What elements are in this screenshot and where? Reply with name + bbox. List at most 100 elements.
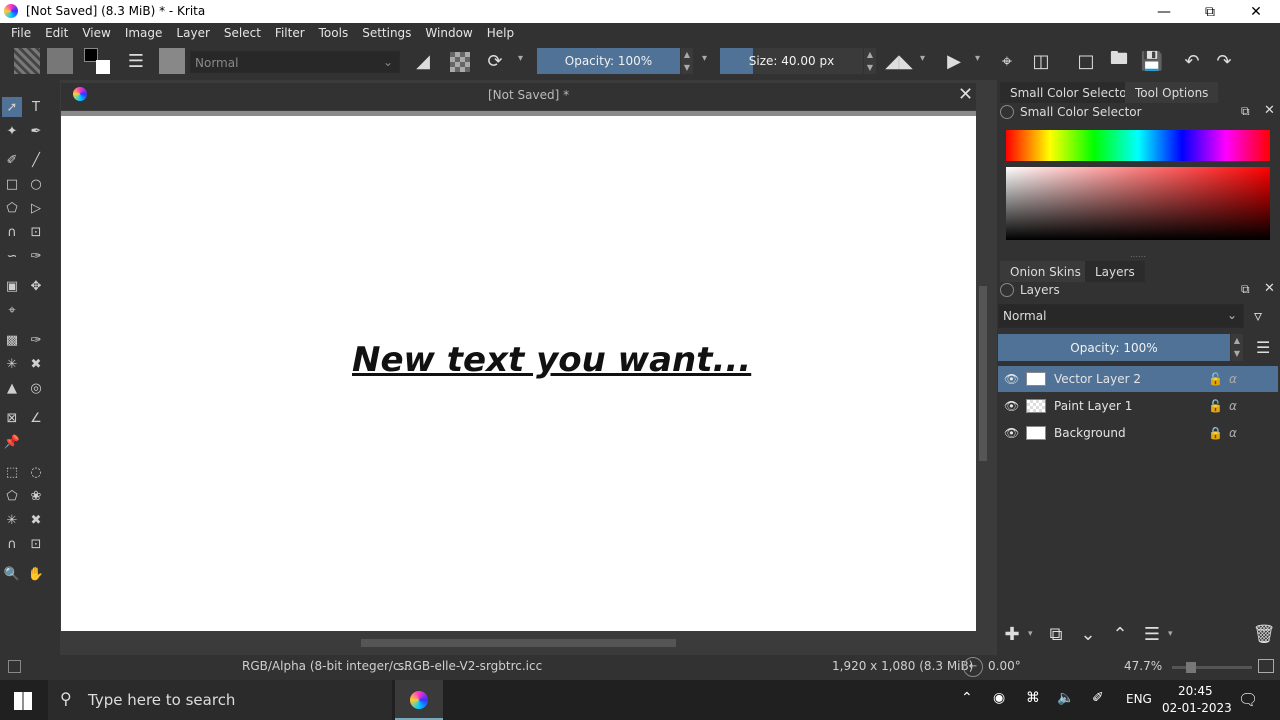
menu-layer[interactable]: Layer [169, 26, 216, 40]
zoom-slider[interactable] [1172, 662, 1252, 673]
layer-opacity-slider[interactable]: Opacity: 100% [998, 334, 1230, 361]
layer-blend-mode-select[interactable]: Normal ⌄ [998, 304, 1244, 328]
meet-now-icon[interactable]: ◉ [993, 690, 1005, 706]
menu-file[interactable]: File [4, 26, 38, 40]
multibrush-tool-icon[interactable]: ✑ [26, 246, 46, 266]
duplicate-layer-icon[interactable]: ⧉ [1044, 622, 1068, 646]
eraser-icon[interactable]: ◢ [411, 49, 435, 73]
horizontal-scroll-thumb[interactable] [361, 639, 676, 647]
close-docker-icon[interactable]: ✕ [1264, 281, 1275, 296]
vertical-scrollbar[interactable] [976, 111, 990, 636]
splitter-handle-icon[interactable]: …… [1130, 250, 1146, 259]
rectangular-selection-tool-icon[interactable]: ⬚ [2, 462, 22, 482]
layer-opacity-spinner[interactable]: ▲ ▼ [1231, 334, 1243, 361]
polygonal-selection-tool-icon[interactable]: ⬠ [2, 486, 22, 506]
tab-tool-options[interactable]: Tool Options [1125, 82, 1219, 103]
canvas-text-shape[interactable]: New text you want... [352, 340, 751, 380]
similar-color-selection-tool-icon[interactable]: ✖ [26, 510, 46, 530]
move-layer-up-icon[interactable]: ⌃ [1108, 622, 1132, 646]
alpha-lock-icon[interactable] [450, 52, 470, 72]
hue-bar[interactable] [1006, 130, 1270, 161]
menu-window[interactable]: Window [418, 26, 479, 40]
chevron-down-icon[interactable]: ▾ [702, 53, 707, 64]
rotation-reset-icon[interactable]: ← [963, 657, 983, 677]
pan-tool-icon[interactable]: ✋ [26, 564, 46, 584]
blend-mode-select[interactable]: Normal ⌄ [190, 51, 400, 73]
color-model-text[interactable]: RGB/Alpha (8-bit integer/c... [242, 659, 411, 673]
select-shapes-tool-icon[interactable]: ➚ [2, 97, 22, 117]
save-icon[interactable]: 💾 [1140, 49, 1164, 73]
reference-images-tool-icon[interactable]: 📌 [2, 432, 22, 452]
delete-layer-icon[interactable]: 🗑 [1252, 622, 1276, 646]
menu-view[interactable]: View [75, 26, 117, 40]
selection-mode-icon[interactable] [8, 660, 21, 673]
tab-small-color-selector[interactable]: Small Color Selector [1000, 82, 1142, 103]
ellipse-tool-icon[interactable]: ○ [26, 174, 46, 194]
brush-settings-icon[interactable]: ☰ [124, 49, 148, 73]
reload-preset-icon[interactable]: ⟳ [483, 49, 507, 73]
alpha-inherit-icon[interactable]: α [1229, 372, 1237, 386]
elliptical-selection-tool-icon[interactable]: ◌ [26, 462, 46, 482]
layer-menu-icon[interactable]: ☰ [1256, 338, 1270, 357]
polygon-tool-icon[interactable]: ⬠ [2, 198, 22, 218]
menu-tools[interactable]: Tools [312, 26, 356, 40]
colorize-mask-tool-icon[interactable]: ✳ [2, 354, 22, 374]
freehand-selection-tool-icon[interactable]: ❀ [26, 486, 46, 506]
crop-icon[interactable]: ⌖ [995, 49, 1019, 73]
line-tool-icon[interactable]: ╱ [26, 150, 46, 170]
notification-icon[interactable]: 🗨 [1238, 690, 1258, 709]
edit-shapes-tool-icon[interactable]: ✦ [2, 121, 22, 141]
layer-row[interactable]: 👁 Vector Layer 2 🔓 α [998, 366, 1278, 392]
float-docker-icon[interactable]: ⧉ [1241, 282, 1250, 297]
opacity-slider[interactable]: Opacity: 100% [537, 48, 680, 74]
layer-properties-icon[interactable]: ☰ [1140, 622, 1164, 646]
alpha-inherit-icon[interactable]: α [1229, 426, 1237, 440]
opacity-spinner[interactable]: ▲ ▼ [681, 48, 693, 74]
pen-icon[interactable]: ✐ [1092, 690, 1104, 706]
menu-settings[interactable]: Settings [355, 26, 418, 40]
close-docker-icon[interactable]: ✕ [1264, 103, 1275, 118]
open-folder-icon[interactable]: 🖿 [1107, 48, 1131, 73]
chevron-down-icon[interactable]: ▾ [1168, 629, 1173, 639]
enclose-fill-tool-icon[interactable]: ◎ [26, 378, 46, 398]
eye-icon[interactable]: 👁 [998, 372, 1022, 386]
assistant-tool-icon[interactable]: ⊠ [2, 408, 22, 428]
network-icon[interactable]: ⌘ [1026, 690, 1040, 706]
unlock-icon[interactable]: 🔓 [1208, 399, 1223, 413]
undo-icon[interactable]: ↶ [1180, 49, 1204, 73]
lock-icon[interactable]: 🔒 [1208, 426, 1223, 440]
close-window-button[interactable]: ✕ [1233, 0, 1279, 23]
layer-row[interactable]: 👁 Paint Layer 1 🔓 α [998, 393, 1278, 419]
clock-time[interactable]: 20:45 [1178, 684, 1213, 698]
crop-tool-icon[interactable]: ⌖ [2, 300, 22, 320]
lock-docker-icon[interactable] [1000, 283, 1014, 297]
chevron-down-icon[interactable]: ▾ [975, 53, 980, 64]
alpha-inherit-icon[interactable]: α [1229, 399, 1237, 413]
eye-icon[interactable]: 👁 [998, 399, 1022, 413]
move-layer-down-icon[interactable]: ⌄ [1076, 622, 1100, 646]
new-document-icon[interactable]: □ [1074, 49, 1098, 73]
mirror-horizontal-icon[interactable]: ◢◣ [885, 49, 913, 73]
zoom-slider-handle[interactable] [1186, 662, 1196, 673]
taskbar-krita-app[interactable] [395, 680, 443, 720]
minimize-button[interactable]: — [1141, 0, 1187, 23]
smart-patch-tool-icon[interactable]: ✖ [26, 354, 46, 374]
float-docker-icon[interactable]: ⧉ [1241, 104, 1250, 119]
menu-edit[interactable]: Edit [38, 26, 75, 40]
pattern-preset-icon[interactable] [47, 48, 73, 74]
calligraphy-tool-icon[interactable]: ✒ [26, 121, 46, 141]
menu-image[interactable]: Image [118, 26, 170, 40]
vertical-scroll-thumb[interactable] [979, 286, 987, 461]
menu-select[interactable]: Select [217, 26, 268, 40]
brush-size-slider[interactable]: Size: 40.00 px [720, 48, 863, 74]
unlock-icon[interactable]: 🔓 [1208, 372, 1223, 386]
transform-tool-icon[interactable]: ▣ [2, 276, 22, 296]
saturation-value-square[interactable] [1006, 167, 1270, 240]
add-layer-icon[interactable]: ✚ [1000, 622, 1024, 646]
language-indicator[interactable]: ENG [1126, 692, 1152, 706]
contiguous-selection-tool-icon[interactable]: ✳ [2, 510, 22, 530]
show-hidden-icons-icon[interactable]: ⌃ [961, 690, 973, 706]
measure-tool-icon[interactable]: ∠ [26, 408, 46, 428]
bezier-tool-icon[interactable]: ∩ [2, 222, 22, 242]
menu-help[interactable]: Help [480, 26, 521, 40]
